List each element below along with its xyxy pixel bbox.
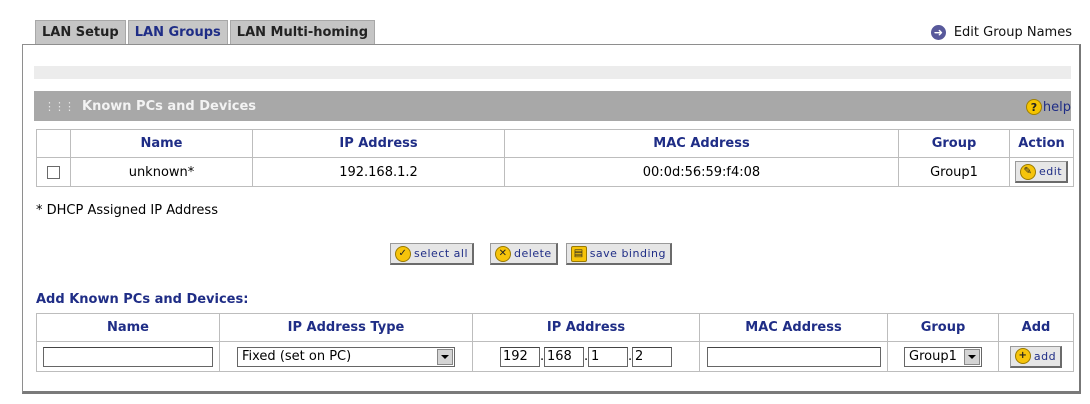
help-icon: ?: [1025, 99, 1042, 115]
add-header-row: Name IP Address Type IP Address MAC Addr…: [36, 313, 1074, 342]
header-action: Action: [1009, 129, 1074, 158]
edit-button-label: edit: [1038, 165, 1063, 178]
add-header-mac-address: MAC Address: [699, 313, 888, 342]
edit-group-names-link[interactable]: ➜ Edit Group Names: [930, 22, 1072, 42]
ip-octet-3[interactable]: [588, 346, 628, 367]
edit-group-names-label: Edit Group Names: [953, 24, 1072, 40]
ip-octet-2[interactable]: [544, 346, 584, 367]
row-ip: 192.168.1.2: [252, 157, 505, 187]
action-buttons: ✓ select all ✕ delete ▤ save binding: [390, 243, 672, 265]
save-icon: ▤: [570, 245, 587, 262]
help-link[interactable]: ? help: [1025, 99, 1071, 115]
save-binding-label: save binding: [589, 247, 666, 260]
tab-lan-multi-homing[interactable]: LAN Multi-homing: [229, 20, 375, 44]
tab-bar: LAN Setup LAN Groups LAN Multi-homing: [35, 20, 377, 45]
ip-octet-4[interactable]: [632, 346, 672, 367]
section-title: Known PCs and Devices: [82, 98, 257, 114]
header-name: Name: [70, 129, 253, 158]
ip-address-input-group: . . .: [500, 346, 672, 367]
edit-button[interactable]: ✎ edit: [1014, 161, 1069, 183]
add-button[interactable]: + add: [1009, 345, 1063, 368]
add-header-ip-type: IP Address Type: [219, 313, 473, 342]
row-mac: 00:0d:56:59:f4:08: [504, 157, 899, 187]
chevron-down-icon: [964, 348, 980, 365]
check-icon: ✓: [395, 245, 411, 262]
delete-label: delete: [514, 247, 552, 260]
ip-octet-1[interactable]: [500, 346, 540, 367]
add-header-add: Add: [998, 313, 1074, 342]
mac-address-input[interactable]: [706, 346, 881, 367]
top-strip: [34, 66, 1071, 79]
header-ip-address: IP Address: [252, 129, 505, 158]
row-name: unknown*: [70, 157, 253, 187]
header-select: [36, 129, 71, 158]
ip-type-value: Fixed (set on PC): [242, 349, 352, 364]
content-frame: ⋮⋮⋮ Known PCs and Devices ? help Name IP…: [22, 44, 1081, 394]
delete-button[interactable]: ✕ delete: [490, 243, 558, 265]
group-select[interactable]: Group1: [904, 346, 982, 367]
pencil-icon: ✎: [1019, 163, 1036, 180]
add-input-row: Fixed (set on PC) . . .: [36, 341, 1074, 372]
table-header-row: Name IP Address MAC Address Group Action: [36, 129, 1074, 158]
known-devices-table: Name IP Address MAC Address Group Action…: [36, 129, 1074, 187]
select-all-button[interactable]: ✓ select all: [390, 243, 475, 265]
plus-icon: +: [1014, 348, 1031, 364]
add-device-table: Name IP Address Type IP Address MAC Addr…: [36, 313, 1074, 372]
select-all-label: select all: [414, 247, 469, 260]
add-button-label: add: [1033, 349, 1057, 363]
section-header: ⋮⋮⋮ Known PCs and Devices ? help: [34, 91, 1071, 121]
name-input[interactable]: [43, 346, 213, 367]
tab-lan-groups[interactable]: LAN Groups: [127, 20, 228, 44]
dhcp-footnote: * DHCP Assigned IP Address: [36, 203, 218, 218]
grip-icon: ⋮⋮⋮: [44, 99, 75, 113]
group-value: Group1: [909, 349, 957, 364]
row-checkbox[interactable]: [47, 165, 60, 179]
arrow-right-icon: ➜: [930, 24, 946, 40]
x-circle-icon: ✕: [495, 245, 512, 262]
table-row: unknown* 192.168.1.2 00:0d:56:59:f4:08 G…: [36, 157, 1074, 187]
header-group: Group: [898, 129, 1010, 158]
ip-address-type-select[interactable]: Fixed (set on PC): [237, 346, 455, 367]
chevron-down-icon: [437, 348, 453, 365]
add-header-ip-address: IP Address: [472, 313, 700, 342]
help-label: help: [1042, 99, 1071, 115]
tab-lan-setup[interactable]: LAN Setup: [35, 20, 126, 44]
add-header-name: Name: [36, 313, 220, 342]
add-header-group: Group: [887, 313, 999, 342]
header-mac-address: MAC Address: [504, 129, 899, 158]
save-binding-button[interactable]: ▤ save binding: [565, 243, 672, 265]
add-section-title: Add Known PCs and Devices:: [36, 292, 249, 307]
row-group: Group1: [898, 157, 1010, 187]
